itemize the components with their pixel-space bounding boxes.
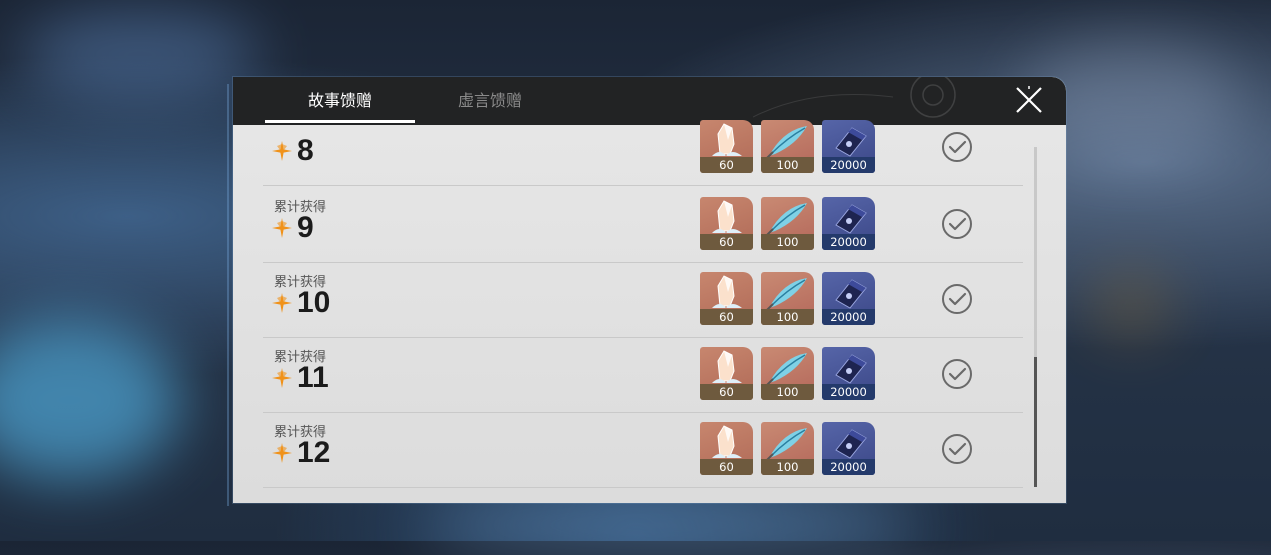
claimed-check-icon [942, 359, 972, 389]
claimed-check-icon [942, 434, 972, 464]
reward-crystal[interactable]: 60 [700, 422, 753, 475]
reward-quantity: 20000 [822, 309, 875, 325]
feather-icon [766, 353, 807, 386]
ticket-icon [835, 429, 867, 459]
reward-ticket[interactable]: 20000 [822, 120, 875, 173]
star-icon [272, 293, 292, 313]
reward-quantity: 20000 [822, 157, 875, 173]
reward-quantity: 20000 [822, 234, 875, 250]
crystal-icon [712, 350, 742, 383]
reward-crystal[interactable]: 60 [700, 120, 753, 173]
background-glow [1091, 270, 1171, 340]
star-count: 10 [297, 286, 331, 319]
reward-row: 累计获得 12 60 100 20000 [263, 412, 1023, 488]
ticket-icon [835, 354, 867, 384]
reward-quantity: 60 [700, 234, 753, 250]
reward-row: 累计获得 11 60 100 20000 [263, 337, 1023, 413]
reward-quantity: 100 [761, 309, 814, 325]
reward-items: 60 100 20000 [700, 120, 875, 173]
reward-ticket[interactable]: 20000 [822, 347, 875, 400]
claimed-check-icon [942, 132, 972, 162]
crystal-icon [712, 200, 742, 233]
ticket-icon [835, 204, 867, 234]
crystal-icon [712, 123, 742, 156]
star-count: 11 [297, 361, 329, 394]
crystal-icon [712, 425, 742, 458]
star-count: 8 [297, 134, 314, 167]
reward-items: 60 100 20000 [700, 347, 875, 400]
reward-quantity: 20000 [822, 384, 875, 400]
reward-quantity: 100 [761, 157, 814, 173]
claimed-check-icon [942, 284, 972, 314]
reward-quantity: 60 [700, 309, 753, 325]
reward-quantity: 100 [761, 459, 814, 475]
feather-icon [766, 278, 807, 311]
reward-items: 60 100 20000 [700, 422, 875, 475]
reward-quantity: 100 [761, 384, 814, 400]
scrollbar-thumb[interactable] [1034, 357, 1037, 487]
background-glow [20, 10, 260, 100]
reward-quantity: 20000 [822, 459, 875, 475]
reward-items: 60 100 20000 [700, 197, 875, 250]
star-count: 12 [297, 436, 331, 469]
crystal-icon [712, 275, 742, 308]
reward-ticket[interactable]: 20000 [822, 422, 875, 475]
reward-row: 累计获得 9 60 100 20000 [263, 187, 1023, 263]
reward-ticket[interactable]: 20000 [822, 197, 875, 250]
ticket-icon [835, 279, 867, 309]
background-glow [420, 495, 920, 555]
feather-icon [766, 126, 807, 159]
dialog-frame-line [227, 84, 229, 506]
star-icon [272, 218, 292, 238]
reward-list[interactable]: 8 60 100 20000 累计获得 9 60 100 20000 累计获得 10 60 100 200… [233, 120, 1066, 503]
reward-quantity: 100 [761, 234, 814, 250]
reward-feather[interactable]: 100 [761, 422, 814, 475]
star-requirement: 10 [272, 286, 330, 320]
star-icon [272, 368, 292, 388]
rewards-dialog: 故事馈赠 虚言馈赠 8 60 100 20000 累计获得 9 60 100 20000 累计获得… [233, 77, 1066, 503]
feather-icon [766, 428, 807, 461]
star-count: 9 [297, 211, 314, 244]
star-requirement: 9 [272, 211, 314, 245]
reward-quantity: 60 [700, 459, 753, 475]
reward-items: 60 100 20000 [700, 272, 875, 325]
star-requirement: 8 [272, 134, 314, 168]
reward-feather[interactable]: 100 [761, 347, 814, 400]
ticket-icon [835, 127, 867, 157]
star-icon [272, 141, 292, 161]
reward-feather[interactable]: 100 [761, 197, 814, 250]
reward-crystal[interactable]: 60 [700, 347, 753, 400]
reward-crystal[interactable]: 60 [700, 272, 753, 325]
reward-quantity: 60 [700, 157, 753, 173]
star-requirement: 12 [272, 436, 330, 470]
reward-feather[interactable]: 100 [761, 272, 814, 325]
reward-ticket[interactable]: 20000 [822, 272, 875, 325]
feather-icon [766, 203, 807, 236]
reward-feather[interactable]: 100 [761, 120, 814, 173]
reward-row: 8 60 100 20000 [263, 110, 1023, 186]
reward-quantity: 60 [700, 384, 753, 400]
reward-row: 累计获得 10 60 100 20000 [263, 262, 1023, 338]
reward-crystal[interactable]: 60 [700, 197, 753, 250]
star-requirement: 11 [272, 361, 329, 395]
claimed-check-icon [942, 209, 972, 239]
star-icon [272, 443, 292, 463]
background-glow [0, 320, 180, 480]
